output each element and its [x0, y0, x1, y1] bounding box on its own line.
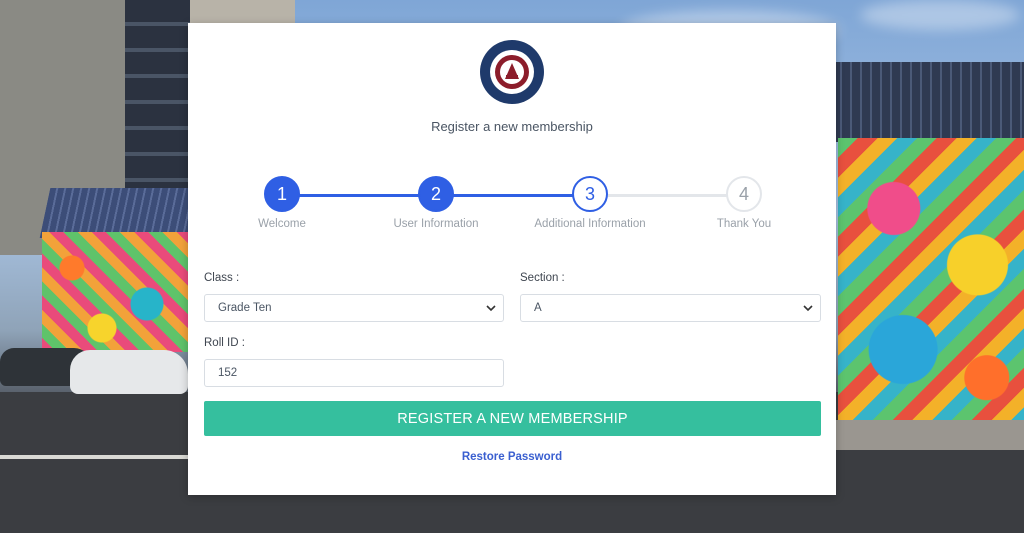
registration-card: Register a new membership 1 Welcome 2 Us…: [188, 23, 836, 495]
roll-id-label: Roll ID :: [204, 337, 245, 349]
section-label: Section :: [520, 272, 565, 284]
step-number: 3: [572, 176, 608, 212]
step-number: 4: [726, 176, 762, 212]
step-label: User Information: [393, 218, 479, 230]
section-select-value: A: [534, 302, 542, 314]
step-user-information: 2 User Information: [376, 173, 496, 230]
step-label: Thank You: [716, 218, 772, 230]
section-select[interactable]: A: [520, 294, 821, 322]
step-welcome: 1 Welcome: [222, 173, 342, 230]
step-additional-information: 3 Additional Information: [530, 173, 650, 230]
step-number: 1: [264, 176, 300, 212]
chevron-down-icon: [486, 305, 496, 312]
roll-id-value: 152: [218, 367, 238, 379]
progress-stepper: 1 Welcome 2 User Information 3 Additiona…: [188, 173, 836, 243]
class-label: Class :: [204, 272, 240, 284]
roll-id-input[interactable]: 152: [204, 359, 504, 387]
step-label: Welcome: [258, 218, 306, 230]
step-thank-you: 4 Thank You: [684, 173, 804, 230]
class-select[interactable]: Grade Ten: [204, 294, 504, 322]
school-seal-icon: [480, 40, 544, 104]
class-select-value: Grade Ten: [218, 302, 272, 314]
page-subtitle: Register a new membership: [431, 119, 593, 134]
register-button[interactable]: REGISTER A NEW MEMBERSHIP: [204, 401, 821, 436]
chevron-down-icon: [803, 305, 813, 312]
step-number: 2: [418, 176, 454, 212]
restore-password-link[interactable]: Restore Password: [188, 451, 836, 463]
step-label: Additional Information: [534, 218, 646, 230]
